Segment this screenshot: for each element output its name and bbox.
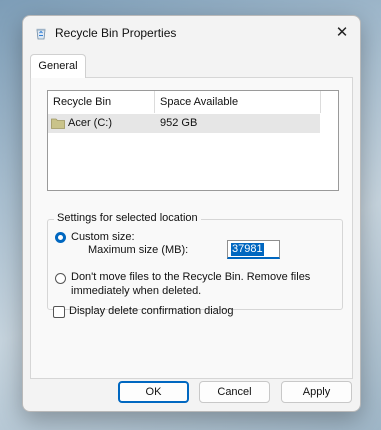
custom-size-label: Custom size: (71, 231, 135, 243)
properties-dialog: Recycle Bin Properties ✕ General Recycle… (22, 15, 361, 412)
cancel-button[interactable]: Cancel (199, 381, 270, 403)
column-header-space[interactable]: Space Available (155, 91, 321, 113)
window-title: Recycle Bin Properties (55, 26, 177, 40)
title-bar: Recycle Bin Properties ✕ (23, 16, 360, 50)
list-item[interactable]: Acer (C:) 952 GB (48, 114, 320, 133)
custom-size-radio[interactable] (55, 232, 66, 243)
space-cell: 952 GB (160, 117, 198, 129)
confirm-dialog-checkbox[interactable] (53, 306, 65, 318)
max-size-input[interactable]: 37981 (227, 240, 280, 259)
ok-button[interactable]: OK (118, 381, 189, 403)
dont-move-label-line1: Don't move files to the Recycle Bin. Rem… (71, 271, 311, 283)
max-size-value: 37981 (231, 243, 264, 256)
confirm-dialog-label: Display delete confirmation dialog (69, 305, 234, 317)
close-button[interactable]: ✕ (330, 22, 354, 44)
close-icon: ✕ (335, 24, 349, 41)
tab-general[interactable]: General (30, 54, 86, 78)
settings-group-title: Settings for selected location (54, 212, 201, 224)
folder-icon (51, 118, 65, 129)
dont-move-radio[interactable] (55, 273, 66, 284)
location-cell: Acer (C:) (68, 117, 112, 129)
recycle-bin-icon (36, 28, 46, 40)
location-list[interactable]: Recycle Bin Location Space Available Ace… (47, 90, 339, 191)
tab-strip: General (30, 54, 351, 78)
max-size-label: Maximum size (MB): (88, 244, 189, 256)
settings-group: Settings for selected location Custom si… (47, 212, 343, 310)
apply-button[interactable]: Apply (281, 381, 352, 403)
dont-move-label-line2: immediately when deleted. (71, 285, 202, 297)
column-header-location[interactable]: Recycle Bin Location (48, 91, 155, 130)
list-header: Recycle Bin Location Space Available (48, 91, 338, 130)
general-tab-panel: Recycle Bin Location Space Available Ace… (30, 77, 353, 379)
